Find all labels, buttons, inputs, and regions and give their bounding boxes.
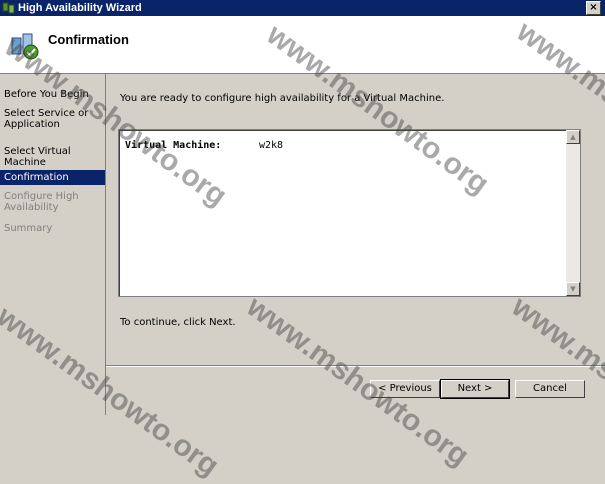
step-configure-high-availability: Configure High Availability xyxy=(4,191,79,213)
intro-text: You are ready to configure high availabi… xyxy=(120,93,445,104)
step-before-you-begin[interactable]: Before You Begin xyxy=(0,89,105,100)
step-confirmation[interactable]: Confirmation xyxy=(0,170,105,185)
main-content: You are ready to configure high availabi… xyxy=(106,74,605,415)
scroll-up-icon[interactable]: ▲ xyxy=(566,130,580,144)
summary-row: Virtual Machine: w2k8 xyxy=(125,140,283,151)
button-divider xyxy=(106,365,605,367)
vertical-scrollbar[interactable]: ▲ ▼ xyxy=(566,130,580,296)
cluster-wizard-icon xyxy=(9,30,41,62)
title-bar: High Availability Wizard × xyxy=(0,0,605,16)
close-button[interactable]: × xyxy=(586,1,601,15)
wizard-steps-sidebar: Before You Begin Select Service or Appli… xyxy=(0,74,106,415)
cancel-button[interactable]: Cancel xyxy=(515,380,585,398)
step-select-service[interactable]: Select Service or Application xyxy=(0,108,90,130)
previous-button[interactable]: < Previous xyxy=(370,380,440,398)
confirmation-summary: Virtual Machine: w2k8 ▲ ▼ xyxy=(118,129,581,297)
next-button[interactable]: Next > xyxy=(440,379,510,399)
header-banner: Confirmation xyxy=(0,16,605,74)
step-summary: Summary xyxy=(4,223,53,234)
page-title: Confirmation xyxy=(48,32,129,47)
cluster-app-icon xyxy=(2,1,16,15)
summary-label: Virtual Machine: xyxy=(125,140,222,151)
scroll-down-icon[interactable]: ▼ xyxy=(566,282,580,296)
summary-value: w2k8 xyxy=(259,140,284,151)
continue-instruction: To continue, click Next. xyxy=(120,317,236,328)
step-select-virtual-machine[interactable]: Select Virtual Machine xyxy=(0,146,105,168)
window-title: High Availability Wizard xyxy=(18,2,142,14)
